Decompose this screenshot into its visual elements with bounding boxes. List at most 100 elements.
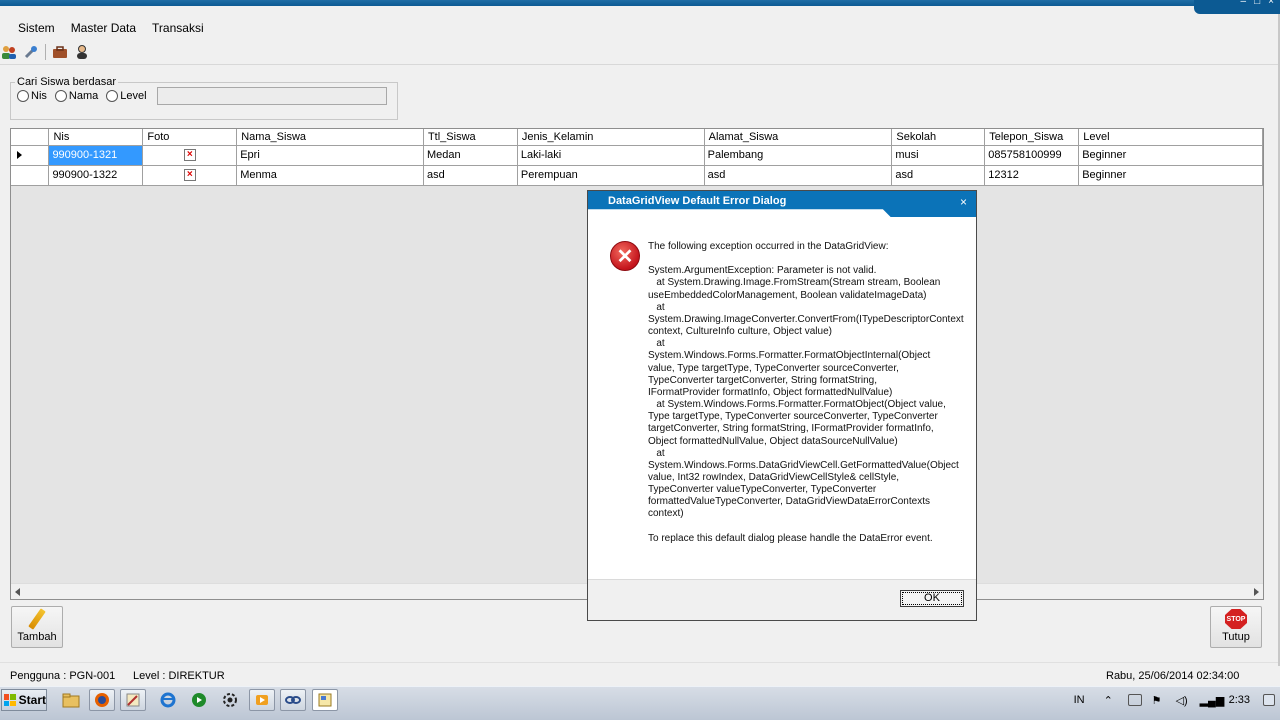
- column-header-nis[interactable]: Nis: [48, 129, 144, 146]
- cell-ttl-siswa[interactable]: Medan: [423, 145, 518, 166]
- briefcase-icon[interactable]: [52, 44, 68, 60]
- window-controls: – □ ×: [1194, 0, 1280, 14]
- tools-icon[interactable]: [23, 44, 39, 60]
- cell-alamat-siswa[interactable]: Palembang: [704, 145, 893, 166]
- flag-icon[interactable]: ⚑: [1152, 694, 1166, 707]
- column-header-jenis-kelamin[interactable]: Jenis_Kelamin: [517, 129, 705, 146]
- start-button[interactable]: Start: [1, 689, 47, 711]
- table-row[interactable]: 990900-1321 × Epri Medan Laki-laki Palem…: [11, 145, 1263, 166]
- radio-nama[interactable]: Nama: [54, 90, 99, 102]
- column-header-sekolah[interactable]: Sekolah: [891, 129, 986, 146]
- show-desktop-icon[interactable]: [1263, 694, 1275, 706]
- close-icon[interactable]: ×: [1268, 0, 1274, 7]
- status-datetime: Rabu, 25/06/2014 02:34:00: [1106, 670, 1240, 682]
- explorer-icon[interactable]: [58, 689, 84, 711]
- dialog-title: DataGridView Default Error Dialog: [608, 195, 787, 207]
- status-user: Pengguna : PGN-001: [10, 670, 116, 682]
- radio-level-label: Level: [120, 90, 147, 102]
- stop-icon: STOP: [1225, 609, 1247, 629]
- network-icon[interactable]: ▂▄▆: [1200, 694, 1225, 707]
- row-header-current[interactable]: [11, 145, 50, 166]
- internet-explorer-icon[interactable]: [155, 689, 181, 711]
- start-label: Start: [18, 693, 46, 707]
- windows-logo-icon: [4, 694, 16, 706]
- window-titlebar: [0, 0, 1280, 6]
- search-group: Cari Siswa berdasar Nis Nama Level: [10, 76, 398, 120]
- cell-ttl-siswa[interactable]: asd: [423, 165, 518, 186]
- media-app-icon[interactable]: [249, 689, 275, 711]
- cell-telepon-siswa[interactable]: 085758100999: [984, 145, 1080, 166]
- cell-nama-siswa[interactable]: Epri: [236, 145, 424, 166]
- table-row[interactable]: 990900-1322 × Menma asd Perempuan asd as…: [11, 165, 1263, 186]
- close-button[interactable]: STOP Tutup: [1210, 606, 1262, 648]
- radio-nis-label: Nis: [31, 90, 47, 102]
- cell-foto[interactable]: ×: [142, 145, 238, 166]
- menu-transaksi[interactable]: Transaksi: [144, 17, 212, 39]
- active-app-icon[interactable]: [312, 689, 338, 711]
- scroll-left-icon[interactable]: [15, 588, 20, 596]
- tray-chevron-icon[interactable]: ⌃: [1104, 694, 1118, 707]
- users-icon[interactable]: [1, 44, 17, 60]
- maximize-icon[interactable]: □: [1254, 0, 1260, 7]
- tray-device-icon[interactable]: [1127, 694, 1142, 706]
- cell-telepon-siswa[interactable]: 12312: [984, 165, 1080, 186]
- toolbar-divider: [0, 64, 1278, 65]
- cell-foto[interactable]: ×: [142, 165, 238, 186]
- search-legend: Cari Siswa berdasar: [17, 76, 117, 88]
- search-input[interactable]: [156, 87, 387, 105]
- cell-nis[interactable]: 990900-1321: [48, 145, 144, 166]
- cell-jenis-kelamin[interactable]: Laki-laki: [517, 145, 705, 166]
- cell-alamat-siswa[interactable]: asd: [704, 165, 893, 186]
- firefox-icon[interactable]: [89, 689, 115, 711]
- menu-sistem[interactable]: Sistem: [10, 17, 63, 39]
- column-header-telepon-siswa[interactable]: Telepon_Siswa: [984, 129, 1080, 146]
- cell-level[interactable]: Beginner: [1078, 165, 1263, 186]
- column-header-alamat-siswa[interactable]: Alamat_Siswa: [704, 129, 893, 146]
- pencil-icon: [28, 608, 46, 630]
- cell-jenis-kelamin[interactable]: Perempuan: [517, 165, 705, 186]
- person-icon[interactable]: [74, 44, 90, 60]
- dialog-footer: OK: [588, 579, 976, 620]
- row-header[interactable]: [11, 165, 50, 186]
- column-header-nama-siswa[interactable]: Nama_Siswa: [236, 129, 424, 146]
- scroll-right-icon[interactable]: [1254, 588, 1259, 596]
- column-header-foto[interactable]: Foto: [142, 129, 238, 146]
- column-header-ttl-siswa[interactable]: Ttl_Siswa: [423, 129, 518, 146]
- minimize-icon[interactable]: –: [1241, 0, 1247, 7]
- link-app-icon[interactable]: [280, 689, 306, 711]
- cell-nis[interactable]: 990900-1322: [48, 165, 144, 186]
- dialog-body: ✕ The following exception occurred in th…: [588, 217, 976, 580]
- cell-sekolah[interactable]: musi: [891, 145, 986, 166]
- system-tray: IN ⌃ ⚑ ◁) ▂▄▆ 2:33: [1074, 687, 1280, 713]
- menu-master-data[interactable]: Master Data: [63, 17, 144, 39]
- broken-image-icon: ×: [183, 149, 196, 161]
- volume-icon[interactable]: ◁): [1176, 694, 1190, 707]
- gear-app-icon[interactable]: [217, 689, 243, 711]
- cell-level[interactable]: Beginner: [1078, 145, 1263, 166]
- add-button-label: Tambah: [17, 631, 57, 643]
- close-button-label: Tutup: [1222, 631, 1250, 643]
- radio-level[interactable]: Level: [106, 90, 147, 102]
- cell-sekolah[interactable]: asd: [891, 165, 986, 186]
- dialog-close-icon[interactable]: ×: [960, 195, 967, 209]
- taskbar: Start IN ⌃ ⚑ ◁) ▂▄▆ 2:33: [0, 686, 1280, 720]
- error-icon: ✕: [610, 241, 640, 271]
- dialog-message: The following exception occurred in the …: [648, 241, 964, 544]
- media-player-icon[interactable]: [186, 689, 212, 711]
- grid-corner-header[interactable]: [11, 129, 50, 146]
- broken-image-icon: ×: [183, 169, 196, 181]
- radio-nis[interactable]: Nis: [17, 90, 47, 102]
- add-button[interactable]: Tambah: [11, 606, 63, 648]
- error-dialog: DataGridView Default Error Dialog × ✕ Th…: [587, 190, 977, 621]
- paint-icon[interactable]: [120, 689, 146, 711]
- current-row-arrow-icon: [17, 151, 22, 159]
- clock[interactable]: 2:33: [1229, 694, 1250, 706]
- status-bar: Pengguna : PGN-001 Level : DIREKTUR Rabu…: [0, 662, 1278, 686]
- language-indicator[interactable]: IN: [1074, 694, 1085, 706]
- toolbar: [0, 42, 90, 62]
- cell-nama-siswa[interactable]: Menma: [236, 165, 424, 186]
- ok-button[interactable]: OK: [900, 590, 964, 607]
- menu-bar: Sistem Master Data Transaksi: [0, 16, 1280, 40]
- column-header-level[interactable]: Level: [1078, 129, 1263, 146]
- radio-nama-label: Nama: [68, 90, 99, 102]
